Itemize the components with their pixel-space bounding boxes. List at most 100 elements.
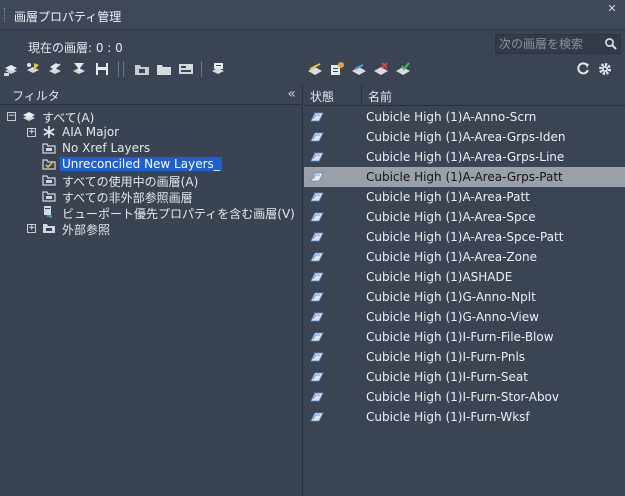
- layer-status-icon: [310, 112, 324, 122]
- layer-name: Cubicle High (1)I-Furn-Seat: [366, 370, 528, 384]
- layer-status-icon: [310, 152, 324, 162]
- layer-name: Cubicle High (1)A-Anno-Scrn: [366, 110, 537, 124]
- layer-row[interactable]: Cubicle High (1)A-Area-Grps-Line: [304, 147, 625, 167]
- tree-node-label: Unreconciled New Layers_: [60, 157, 222, 171]
- refresh-icon[interactable]: [574, 60, 592, 78]
- expand-icon[interactable]: +: [27, 224, 36, 233]
- layer-status-icon: [310, 252, 324, 262]
- layer-name: Cubicle High (1)A-Area-Spce: [366, 210, 536, 224]
- filter-folder-new-icon[interactable]: [133, 60, 151, 78]
- layer-status-icon: [310, 172, 324, 182]
- search-input[interactable]: [495, 34, 621, 54]
- filter-panel-header: フィルタ «: [0, 85, 302, 105]
- column-header-status[interactable]: 状態: [310, 88, 334, 105]
- tree-node-aia-major[interactable]: + AIA Major: [0, 124, 300, 140]
- layer-row[interactable]: Cubicle High (1)A-Anno-Scrn: [304, 107, 625, 127]
- filter-folder-check-icon: [42, 159, 56, 170]
- layer-row[interactable]: Cubicle High (1)I-Furn-Wksf: [304, 407, 625, 427]
- layer-row[interactable]: Cubicle High (1)A-Area-Grps-Patt: [304, 167, 625, 187]
- filter-folder-icon[interactable]: [155, 60, 173, 78]
- layer-name: Cubicle High (1)A-Area-Patt: [366, 190, 530, 204]
- tree-node-viewport-overrides[interactable]: ビューポート優先プロパティを含む画層(V): [0, 204, 300, 221]
- current-layer-label: 現在の画層: 0 : 0: [28, 41, 123, 55]
- filter-panel: フィルタ « − すべて(A) + AIA Major No Xref Laye…: [0, 85, 303, 496]
- layer-status-icon: [310, 272, 324, 282]
- toolbar-separator: [118, 61, 119, 77]
- delete-layer-icon[interactable]: [372, 60, 390, 78]
- layer-status-icon: [310, 392, 324, 402]
- layer-name: Cubicle High (1)A-Area-Grps-Line: [366, 150, 565, 164]
- save-icon[interactable]: [93, 60, 111, 78]
- set-current-layer-icon[interactable]: [394, 60, 412, 78]
- layer-states-icon[interactable]: [46, 60, 64, 78]
- collapse-icon[interactable]: −: [7, 112, 16, 121]
- layer-row[interactable]: Cubicle High (1)G-Anno-Nplt: [304, 287, 625, 307]
- layer-status-icon: [310, 232, 324, 242]
- tree-node-label: 外部参照: [62, 223, 111, 237]
- layer-name: Cubicle High (1)I-Furn-Pnls: [366, 350, 526, 364]
- filter-panel-title: フィルタ: [12, 89, 60, 103]
- settings-panel-icon[interactable]: [177, 60, 195, 78]
- layer-status-icon: [310, 292, 324, 302]
- layer-name: Cubicle High (1)ASHADE: [366, 270, 513, 284]
- layer-name: Cubicle High (1)A-Area-Zone: [366, 250, 537, 264]
- layer-row[interactable]: Cubicle High (1)A-Area-Patt: [304, 187, 625, 207]
- layer-row[interactable]: Cubicle High (1)A-Area-Grps-Iden: [304, 127, 625, 147]
- layer-row[interactable]: Cubicle High (1)I-Furn-Seat: [304, 367, 625, 387]
- tree-node-all-used-layers[interactable]: すべての使用中の画層(A): [0, 172, 300, 189]
- layer-row[interactable]: Cubicle High (1)I-Furn-File-Blow: [304, 327, 625, 347]
- tree-node-all-non-xref-layers[interactable]: すべての非外部参照画層: [0, 188, 300, 205]
- layer-row[interactable]: Cubicle High (1)A-Area-Spce: [304, 207, 625, 227]
- tree-node-no-xref-layers[interactable]: No Xref Layers: [0, 140, 300, 156]
- viewport-override-icon: [44, 206, 52, 218]
- toolbar-separator: [123, 61, 124, 77]
- grip-handle[interactable]: [4, 8, 8, 22]
- layer-row[interactable]: Cubicle High (1)A-Area-Zone: [304, 247, 625, 267]
- layer-name: Cubicle High (1)A-Area-Spce-Patt: [366, 230, 564, 244]
- layer-row[interactable]: Cubicle High (1)G-Anno-View: [304, 307, 625, 327]
- layer-list-header: 状態 名前: [304, 85, 625, 106]
- toolbar-separator: [201, 61, 202, 77]
- new-group-filter-icon[interactable]: [24, 60, 42, 78]
- layer-status-icon: [310, 332, 324, 342]
- layer-name: Cubicle High (1)A-Area-Grps-Patt: [366, 170, 563, 184]
- column-divider[interactable]: [361, 85, 362, 106]
- layer-status-icon: [310, 192, 324, 202]
- layer-name: Cubicle High (1)I-Furn-File-Blow: [366, 330, 554, 344]
- layer-row[interactable]: Cubicle High (1)A-Area-Spce-Patt: [304, 227, 625, 247]
- tree-node-label: AIA Major: [62, 125, 120, 139]
- column-header-name[interactable]: 名前: [368, 88, 392, 105]
- layers-stack-icon: [23, 112, 35, 121]
- close-icon[interactable]: ✕: [605, 2, 619, 16]
- gear-icon[interactable]: [596, 60, 614, 78]
- layer-status-icon: [310, 372, 324, 382]
- layer-row[interactable]: Cubicle High (1)ASHADE: [304, 267, 625, 287]
- search-icon[interactable]: [604, 37, 618, 51]
- layer-status-icon: [310, 312, 324, 322]
- layer-name: Cubicle High (1)G-Anno-Nplt: [366, 290, 536, 304]
- new-layer-icon[interactable]: [306, 60, 324, 78]
- snowflake-filter-icon: [43, 126, 55, 138]
- layer-status-icon: [310, 352, 324, 362]
- invert-filter-icon[interactable]: [70, 60, 88, 78]
- tree-node-unreconciled-new-layers[interactable]: Unreconciled New Layers_: [0, 156, 300, 172]
- expand-icon[interactable]: +: [27, 128, 36, 137]
- filter-folder-icon: [42, 191, 56, 202]
- layer-status-icon: [310, 212, 324, 222]
- layer-row[interactable]: Cubicle High (1)I-Furn-Pnls: [304, 347, 625, 367]
- layer-name: Cubicle High (1)A-Area-Grps-Iden: [366, 130, 566, 144]
- new-property-filter-icon[interactable]: [2, 60, 20, 78]
- layer-status-icon: [310, 412, 324, 422]
- title-bar: 画層プロパティ管理 ✕: [0, 0, 625, 30]
- layer-status-icon: [310, 132, 324, 142]
- layer-name: Cubicle High (1)I-Furn-Stor-Abov: [366, 390, 560, 404]
- new-layer-frozen-vp-icon[interactable]: [328, 60, 346, 78]
- tree-node-label: No Xref Layers: [62, 141, 151, 155]
- layer-row[interactable]: Cubicle High (1)I-Furn-Stor-Abov: [304, 387, 625, 407]
- collapse-panel-icon[interactable]: «: [287, 86, 296, 102]
- layer-translator-icon[interactable]: [209, 60, 227, 78]
- move-layer-icon[interactable]: [350, 60, 368, 78]
- tree-node-xref[interactable]: + 外部参照: [0, 220, 300, 237]
- window-title: 画層プロパティ管理: [14, 10, 122, 24]
- tree-node-all[interactable]: − すべて(A): [0, 108, 300, 125]
